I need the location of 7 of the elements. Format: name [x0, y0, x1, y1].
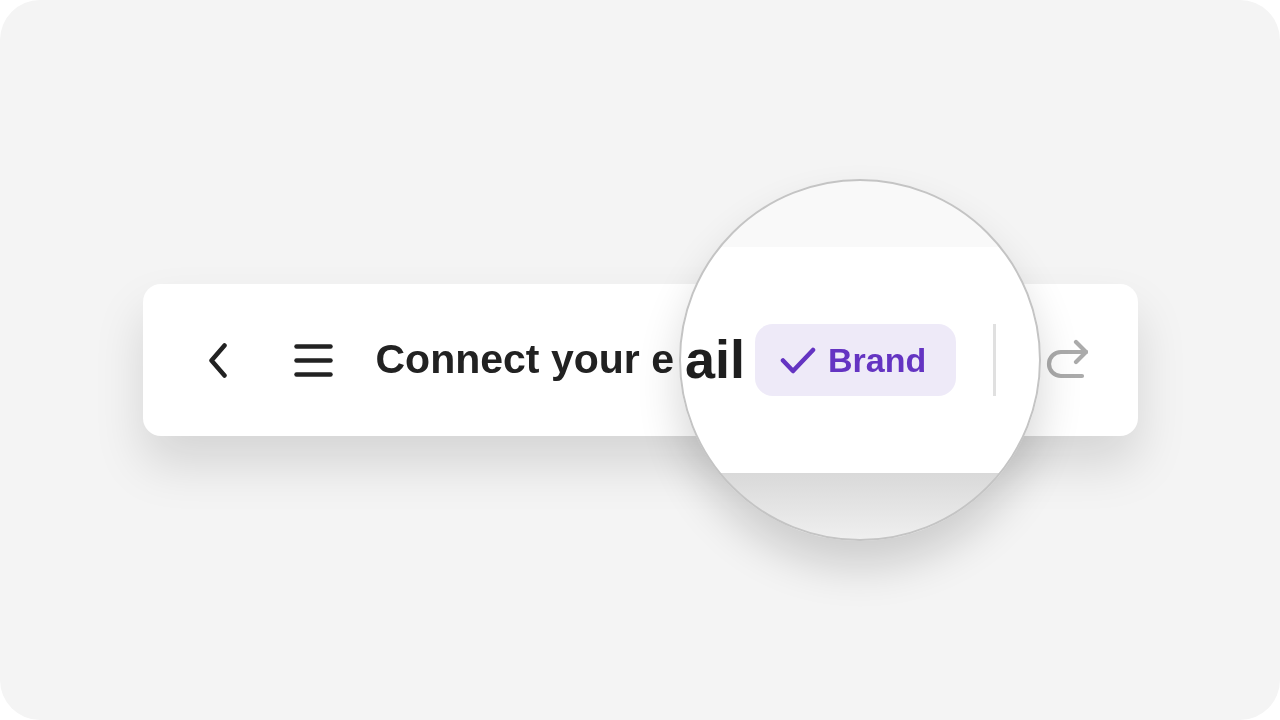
- tag-chip[interactable]: Brand: [755, 324, 957, 396]
- toolbar-title: Connect your e: [375, 335, 674, 385]
- magnified-title-text: ail: [685, 330, 746, 390]
- chevron-left-icon: [207, 342, 228, 378]
- menu-icon: [294, 343, 333, 377]
- check-icon: [780, 346, 817, 374]
- redo-arrow-icon: [1045, 339, 1088, 381]
